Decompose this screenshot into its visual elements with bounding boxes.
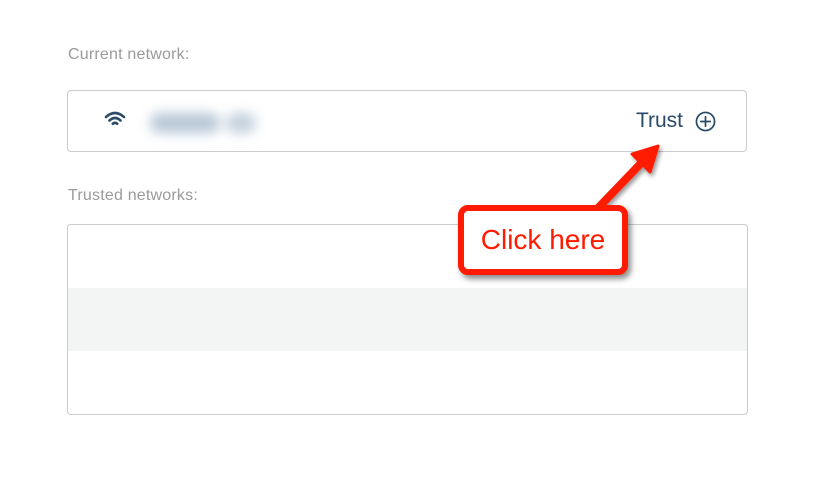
- annotation-text: Click here: [480, 224, 606, 255]
- trust-label: Trust: [635, 109, 683, 132]
- plus-circle-icon: [695, 111, 716, 131]
- trust-button[interactable]: Trust: [636, 109, 716, 133]
- trusted-networks-label: Trusted networks:: [68, 187, 198, 204]
- wifi-icon: [104, 111, 126, 126]
- annotation-callout: Click here: [458, 205, 628, 275]
- list-item: [68, 288, 747, 351]
- current-network-label: Current network:: [68, 46, 190, 63]
- trusted-networks-list: [67, 224, 748, 415]
- page: Current network: Trust Trusted networks:: [0, 0, 814, 483]
- annotation-arrow: [594, 144, 660, 212]
- network-name-redacted: [142, 101, 270, 143]
- list-item: [68, 351, 747, 414]
- list-item: [68, 225, 747, 288]
